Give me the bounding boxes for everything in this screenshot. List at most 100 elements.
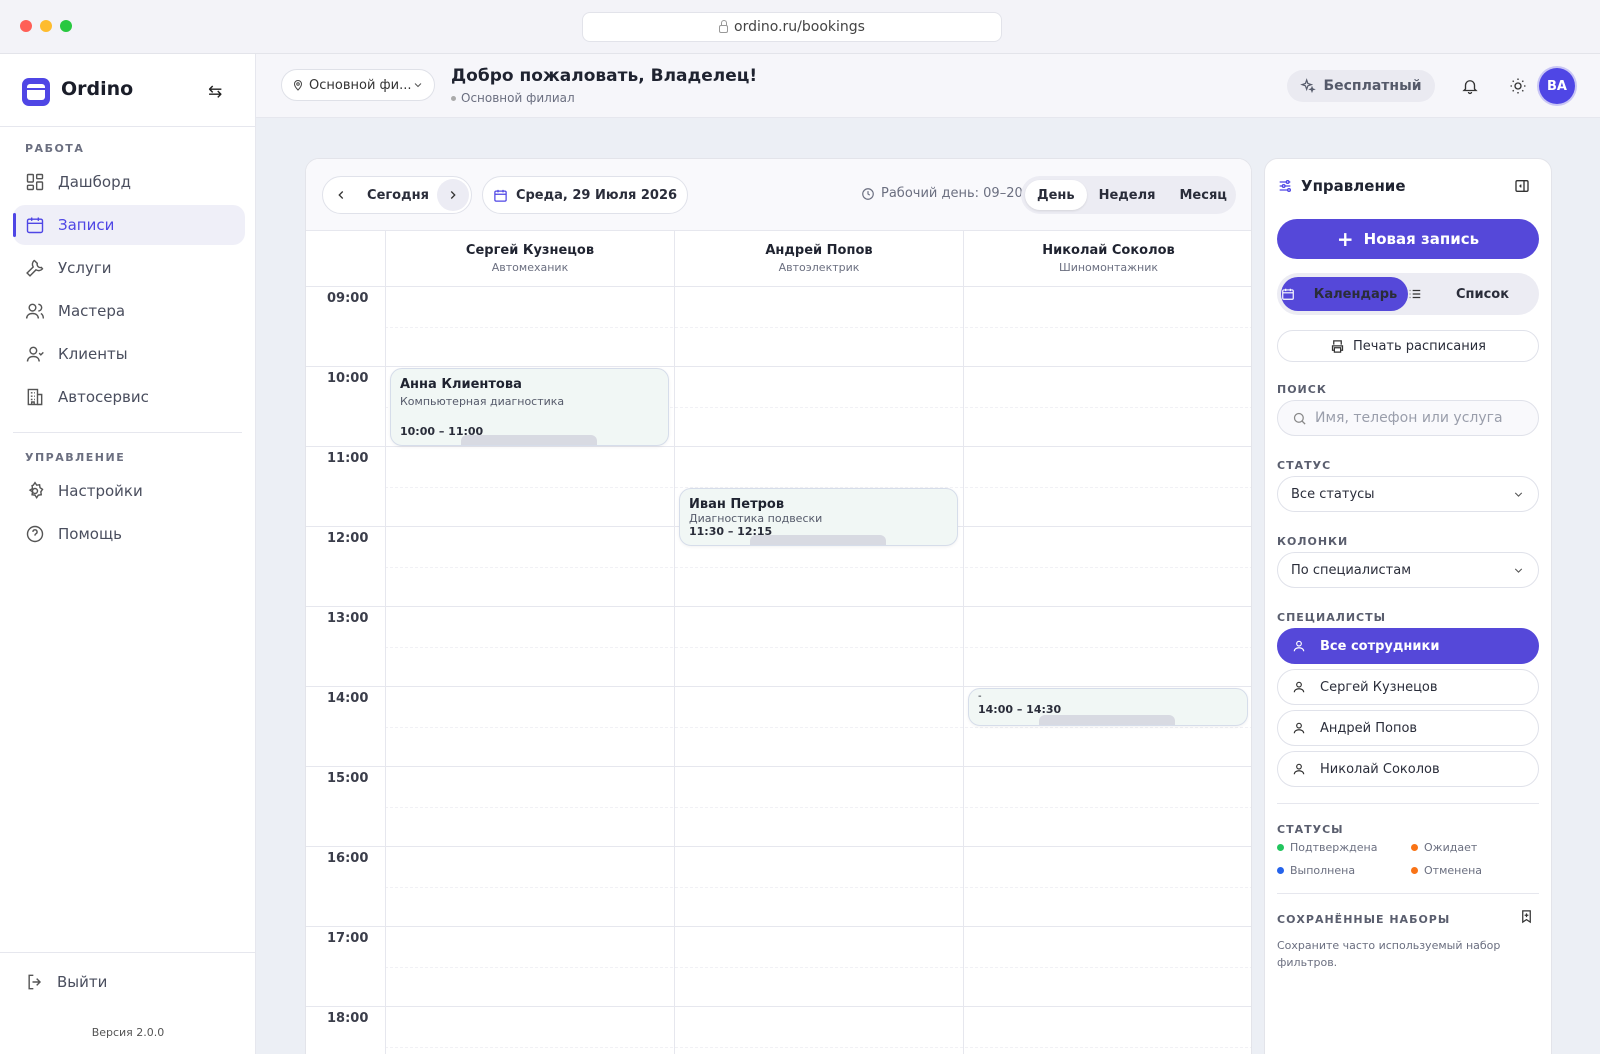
sidebar-item-bookings[interactable]: Записи (13, 205, 245, 245)
hour-row[interactable]: 18:00 (306, 1007, 1251, 1054)
divider (0, 126, 255, 127)
status-dot (451, 95, 456, 101)
appointment-client: Анна Клиентова (400, 377, 522, 392)
hour-row[interactable]: 16:00 (306, 847, 1251, 927)
address-bar[interactable]: ordino.ru/bookings (582, 12, 1002, 42)
status-dot (1411, 867, 1418, 874)
specialist-filter-kuznetsov[interactable]: Сергей Кузнецов (1277, 669, 1539, 705)
hour-label: 09:00 (327, 291, 369, 306)
sidebar-item-label: Записи (58, 216, 115, 234)
calendar-view-button[interactable]: Календарь (1281, 277, 1408, 311)
close-window-button[interactable] (20, 20, 32, 32)
search-field[interactable] (1277, 400, 1539, 436)
workday-label: Рабочий день: 09–20 (881, 186, 1023, 201)
calendar-icon (26, 217, 44, 234)
notifications-button[interactable] (1458, 74, 1482, 98)
columns-select-value: По специалистам (1291, 562, 1412, 578)
today-button[interactable]: Сегодня (359, 188, 437, 203)
hour-row[interactable]: 13:00 (306, 607, 1251, 687)
status-dot (1411, 844, 1418, 851)
view-switcher: День Неделя Месяц (1021, 176, 1236, 214)
sidebar-item-services[interactable]: Услуги (13, 248, 245, 288)
print-schedule-button[interactable]: Печать расписания (1277, 330, 1539, 362)
maximize-window-button[interactable] (60, 20, 72, 32)
hour-label: 10:00 (327, 371, 369, 386)
tab-month[interactable]: Месяц (1168, 180, 1239, 210)
specialist-role: Автоэлектрик (778, 261, 860, 274)
sidebar-item-masters[interactable]: Мастера (13, 291, 245, 331)
specialist-filter-label: Андрей Попов (1320, 720, 1418, 736)
plan-badge[interactable]: Бесплатный (1287, 70, 1435, 102)
resize-handle[interactable] (1039, 715, 1175, 725)
status-select[interactable]: Все статусы (1277, 476, 1539, 512)
date-navigation: Сегодня (322, 176, 472, 214)
divider (0, 952, 255, 953)
saved-sets-note: Сохраните часто используемый набор фильт… (1277, 939, 1501, 969)
list-view-button[interactable]: Список (1408, 277, 1535, 311)
sun-icon (1510, 78, 1526, 94)
sidebar-item-label: Мастера (58, 302, 126, 320)
legend-pending: Ожидает (1411, 841, 1477, 854)
grid-line (674, 287, 675, 1054)
plan-label: Бесплатный (1323, 78, 1422, 94)
half-hour-line (385, 647, 1251, 648)
specialist-filter-all[interactable]: Все сотрудники (1277, 628, 1539, 664)
grid-line (963, 287, 964, 1054)
search-input[interactable] (1315, 410, 1535, 426)
collapse-panel-button[interactable] (1514, 178, 1530, 198)
appointment-card[interactable]: -14:00 – 14:30 (968, 688, 1248, 726)
half-hour-line (385, 567, 1251, 568)
calendar-card: Сегодня Среда, 29 Июля 2026 Рабочий день… (305, 158, 1252, 1054)
user-icon (1293, 640, 1305, 652)
branch-select[interactable]: Основной фи... (281, 69, 435, 101)
sidebar-item-help[interactable]: Помощь (13, 514, 245, 554)
collapse-sidebar-icon[interactable]: ⇆ (208, 82, 222, 102)
hour-row[interactable]: 17:00 (306, 927, 1251, 1007)
divider (13, 432, 242, 433)
status-select-value: Все статусы (1291, 486, 1375, 502)
tab-day[interactable]: День (1025, 180, 1087, 210)
next-day-button[interactable] (437, 179, 469, 211)
sidebar-item-autoservice[interactable]: Автосервис (13, 377, 245, 417)
location-pin-icon (293, 80, 303, 91)
legend-label: Ожидает (1424, 841, 1478, 854)
hour-label: 14:00 (327, 691, 369, 706)
logo-icon (22, 78, 50, 106)
minimize-window-button[interactable] (40, 20, 52, 32)
new-booking-button[interactable]: + Новая запись (1277, 219, 1539, 259)
calendar-view-label: Календарь (1313, 286, 1398, 302)
lock-icon (719, 20, 729, 33)
tab-week[interactable]: Неделя (1087, 180, 1168, 210)
dashboard-icon (26, 173, 44, 191)
save-filter-set-button[interactable] (1519, 909, 1534, 928)
sidebar-item-dashboard[interactable]: Дашборд (13, 162, 245, 202)
logout-button[interactable]: Выйти (25, 972, 107, 992)
theme-toggle-button[interactable] (1506, 74, 1530, 98)
resize-handle[interactable] (461, 435, 597, 445)
panel-right-icon (1515, 180, 1529, 192)
appointment-card[interactable]: Иван Петров Диагностика подвески 11:30 – 1… (679, 488, 958, 546)
list-view-label: Список (1455, 286, 1510, 302)
sparkles-icon (1300, 78, 1317, 94)
legend-label: Выполнена (1290, 864, 1356, 877)
date-picker-button[interactable]: Среда, 29 Июля 2026 (482, 176, 688, 214)
resize-handle[interactable] (750, 535, 886, 545)
sidebar-item-settings[interactable]: Настройки (13, 471, 245, 511)
hour-row[interactable]: 15:00 (306, 767, 1251, 847)
appointment-card[interactable]: Анна Клиентова Компьютерная диагностика 10… (390, 368, 669, 446)
logout-icon (28, 974, 42, 990)
specialist-filter-label: Сергей Кузнецов (1320, 679, 1438, 695)
legend-label: Отменена (1424, 864, 1483, 877)
appointment-client: - (978, 691, 982, 702)
specialist-filter-sokolov[interactable]: Николай Соколов (1277, 751, 1539, 787)
sidebar-item-clients[interactable]: Клиенты (13, 334, 245, 374)
specialist-filter-popov[interactable]: Андрей Попов (1277, 710, 1539, 746)
topbar: Основной фи... Добро пожаловать, Владеле… (256, 54, 1600, 118)
avatar[interactable]: ВА (1539, 68, 1575, 104)
columns-select[interactable]: По специалистам (1277, 552, 1539, 588)
half-hour-line (385, 327, 1251, 328)
appointment-service: Диагностика подвески (689, 512, 823, 525)
hour-row[interactable]: 09:00 (306, 287, 1251, 367)
prev-day-button[interactable] (323, 177, 359, 213)
logout-label: Выйти (57, 973, 108, 991)
